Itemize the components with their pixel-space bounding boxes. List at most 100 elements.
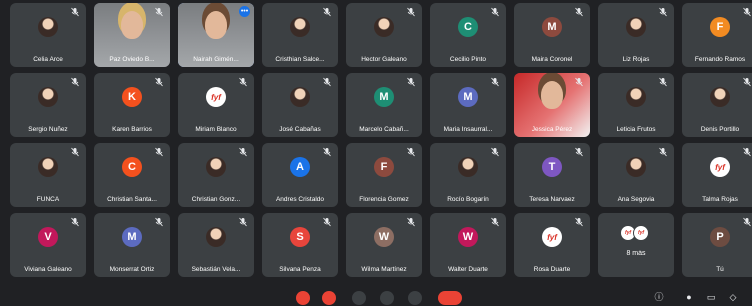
participant-name: Tú — [716, 266, 724, 273]
participant-name: Miriam Blanco — [195, 126, 237, 133]
participant-tile[interactable]: W Walter Duarte — [430, 213, 506, 277]
mic-off-icon — [406, 147, 416, 157]
participant-tile[interactable]: S Silvana Penza — [262, 213, 338, 277]
participant-tile[interactable]: T Teresa Narvaez — [514, 143, 590, 207]
participant-name: Maria Insaurral... — [443, 126, 493, 133]
mic-off-icon — [238, 217, 248, 227]
participant-tile[interactable]: M Marcelo Cabañ... — [346, 73, 422, 137]
letter-avatar: S — [290, 227, 310, 247]
participant-name: FUNCA — [36, 196, 60, 203]
activities-icon[interactable]: ◇ — [728, 292, 738, 302]
participant-tile[interactable]: Celia Arce — [10, 3, 86, 67]
participant-name: Maira Coronel — [531, 56, 573, 63]
participant-name: Marcelo Cabañ... — [359, 126, 409, 133]
letter-avatar: M — [458, 87, 478, 107]
participant-tile[interactable]: C Cecilio Pinto — [430, 3, 506, 67]
participant-tile[interactable]: fyf Rosa Duarte — [514, 213, 590, 277]
mic-off-icon — [406, 217, 416, 227]
participant-tile[interactable]: fyf Talma Rojas — [682, 143, 752, 207]
participant-tile[interactable]: ••• Nairah Gimén... — [178, 3, 254, 67]
participant-name: Cecilio Pinto — [449, 56, 487, 63]
camera-toggle-button[interactable] — [322, 291, 336, 305]
participant-tile[interactable]: V Viviana Galeano — [10, 213, 86, 277]
participant-tile[interactable]: Paz Oviedo B... — [94, 3, 170, 67]
more-options-button[interactable] — [408, 291, 422, 305]
letter-avatar: K — [122, 87, 142, 107]
participant-tile[interactable]: Rocío Bogarín — [430, 143, 506, 207]
mic-off-icon — [238, 147, 248, 157]
participant-tile[interactable]: Sergio Nuñez — [10, 73, 86, 137]
participant-tile[interactable]: C Christian Santa... — [94, 143, 170, 207]
avatar — [458, 157, 478, 177]
participant-tile[interactable]: K Karen Barrios — [94, 73, 170, 137]
more-participants-avatars: fyf fyf — [620, 225, 649, 241]
letter-avatar: V — [38, 227, 58, 247]
participant-tile[interactable]: Ana Segovia — [598, 143, 674, 207]
participant-name: Walter Duarte — [448, 266, 488, 273]
microphone-toggle-button[interactable] — [296, 291, 310, 305]
leave-call-button[interactable] — [438, 291, 462, 305]
avatar — [626, 157, 646, 177]
mic-off-icon — [574, 7, 584, 17]
participant-tile[interactable]: FUNCA — [10, 143, 86, 207]
mic-off-icon — [658, 77, 668, 87]
participant-tile[interactable]: M Maira Coronel — [514, 3, 590, 67]
participant-name: Wilma Martínez — [361, 266, 407, 273]
mic-off-icon — [154, 147, 164, 157]
participant-tile[interactable]: fyf Miriam Blanco — [178, 73, 254, 137]
participant-tile[interactable]: Denis Portillo — [682, 73, 752, 137]
participant-tile[interactable]: Cristhian Salce... — [262, 3, 338, 67]
mic-off-icon — [406, 7, 416, 17]
participant-tile[interactable]: fyf fyf 8 más — [598, 213, 674, 277]
participant-name: Nairah Gimén... — [193, 56, 239, 63]
captions-button[interactable] — [352, 291, 366, 305]
mic-off-icon — [322, 147, 332, 157]
participant-tile[interactable]: P Tú — [682, 213, 752, 277]
info-icon[interactable]: ⓘ — [654, 292, 664, 302]
avatar — [626, 87, 646, 107]
participant-name: Hector Galeano — [361, 56, 407, 63]
avatar — [206, 227, 226, 247]
participant-tile[interactable]: Jessica Pérez — [514, 73, 590, 137]
participant-tile[interactable]: F Florencia Gomez — [346, 143, 422, 207]
participant-tile[interactable]: M Maria Insaurral... — [430, 73, 506, 137]
mic-off-icon — [574, 77, 584, 87]
participant-grid: Celia Arce Paz Oviedo B... ••• Nairah Gimén… — [10, 3, 752, 285]
participant-tile[interactable]: José Cabañas — [262, 73, 338, 137]
mic-off-icon — [70, 147, 80, 157]
participant-name: José Cabañas — [279, 126, 321, 133]
avatar — [38, 157, 58, 177]
participant-tile[interactable]: Sebastián Vela... — [178, 213, 254, 277]
participant-tile[interactable]: Leticia Frutos — [598, 73, 674, 137]
participant-tile[interactable]: F Fernando Ramos — [682, 3, 752, 67]
participant-tile[interactable]: Liz Rojas — [598, 3, 674, 67]
participant-name: Fernando Ramos — [694, 56, 746, 63]
mic-off-icon — [742, 7, 752, 17]
participant-tile[interactable]: M Monserrat Ortiz — [94, 213, 170, 277]
people-icon[interactable]: ● — [684, 292, 694, 302]
logo-avatar: fyf — [633, 225, 649, 241]
avatar — [206, 157, 226, 177]
chat-icon[interactable]: ▭ — [706, 292, 716, 302]
participant-name: Silvana Penza — [279, 266, 321, 273]
participant-tile[interactable]: A Andres Cristaldo — [262, 143, 338, 207]
mic-off-icon — [154, 7, 164, 17]
participant-name: Andres Cristaldo — [275, 196, 325, 203]
mic-off-icon — [70, 7, 80, 17]
participant-name: Karen Barrios — [112, 126, 152, 133]
logo-avatar: fyf — [710, 157, 730, 177]
video-face — [121, 11, 143, 39]
mic-off-icon — [490, 77, 500, 87]
letter-avatar: C — [122, 157, 142, 177]
participant-name: Leticia Frutos — [616, 126, 656, 133]
mic-off-icon — [490, 147, 500, 157]
mic-off-icon — [574, 217, 584, 227]
letter-avatar: P — [710, 227, 730, 247]
participant-tile[interactable]: W Wilma Martínez — [346, 213, 422, 277]
present-screen-button[interactable] — [380, 291, 394, 305]
letter-avatar: C — [458, 17, 478, 37]
participant-name: Rosa Duarte — [533, 266, 571, 273]
participant-tile[interactable]: Christian Gonz... — [178, 143, 254, 207]
letter-avatar: T — [542, 157, 562, 177]
participant-tile[interactable]: Hector Galeano — [346, 3, 422, 67]
